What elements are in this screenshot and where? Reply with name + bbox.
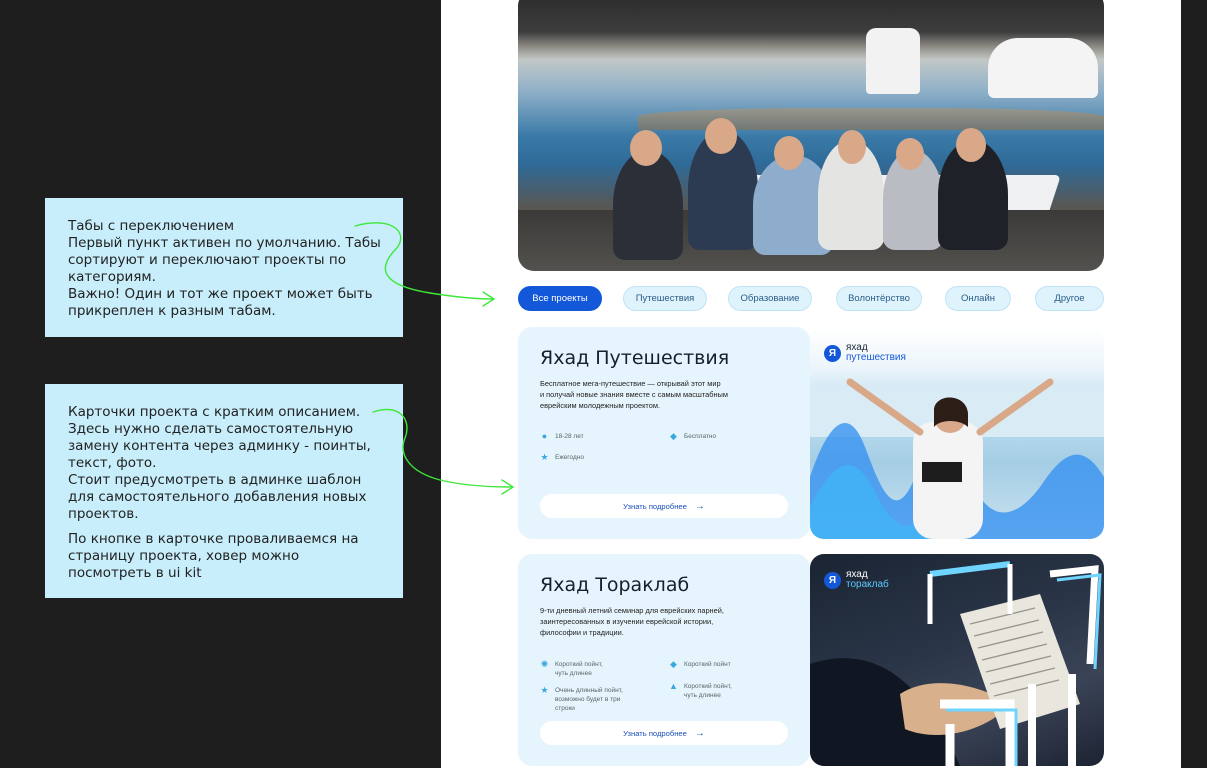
tab-education[interactable]: Образование [728,286,812,311]
sun-icon: ✺ [540,659,549,669]
arrow-right-icon: → [694,727,705,739]
card-feature: ▲ Короткий пойнт, чуть длинее [669,681,732,700]
project-image-toraclub: Я яхад тораклаб [810,554,1104,766]
card-title: Яхад Тораклаб [540,574,690,596]
card-feature: ◆ Короткий пойнт [670,659,731,669]
arrow-right-icon: → [694,500,705,512]
card-description: Бесплатное мега-путешествие — открывай э… [540,379,728,410]
learn-more-button[interactable]: Узнать подробнее → [540,721,788,745]
person-icon: ● [541,431,548,441]
brand-logo: Я яхад путешествия [824,343,906,363]
tab-other[interactable]: Другое [1035,286,1104,311]
card-feature: ★ Очень длинный пойнт, возможно будет в … [540,685,623,713]
tab-online[interactable]: Онлайн [945,286,1011,311]
note-tabs-text: Табы с переключением Первый пункт активе… [68,218,381,319]
tab-travel[interactable]: Путешествия [623,286,707,311]
brand-logo: Я яхад тораклаб [824,570,889,590]
project-card-travel: Яхад Путешествия Бесплатное мега-путешес… [518,327,810,539]
canvas-background [1181,0,1207,768]
card-feature: ● 18-28 лет [541,431,584,441]
brand-mark-icon: Я [824,571,841,589]
card-feature: ◆ Бесплатно [670,431,717,441]
card-title: Яхад Путешествия [540,347,730,369]
page-mockup: Все проекты Путешествия Образование Воло… [441,0,1181,768]
brand-mark-icon: Я [824,344,841,362]
card-feature: ✺ Короткий пойнт, чуть длинее [540,659,603,678]
hero-photo [518,0,1104,271]
card-feature: ★ Ежегодно [540,452,584,462]
star-icon: ★ [540,452,549,462]
project-card-toraclub: Яхад Тораклаб 9-ти дневный летний семина… [518,554,810,766]
learn-more-button[interactable]: Узнать подробнее → [540,494,788,518]
project-image-travel: Я яхад путешествия [810,327,1104,539]
note-cards-text-2: По кнопке в карточке проваливаемся на ст… [68,531,359,581]
note-cards-text: Карточки проекта с кратким описанием. Зд… [68,404,371,522]
tab-volunteering[interactable]: Волонтёрство [836,286,922,311]
graduation-cap-icon: ▲ [669,681,678,691]
drop-icon: ◆ [670,431,677,441]
annotation-note-cards: Карточки проекта с кратким описанием. Зд… [45,384,403,598]
drop-icon: ◆ [670,659,677,669]
category-tabs: Все проекты Путешествия Образование Воло… [518,286,1104,312]
annotation-note-tabs: Табы с переключением Первый пункт активе… [45,198,403,337]
tab-all-projects[interactable]: Все проекты [518,286,602,311]
star-icon: ★ [540,685,549,695]
card-description: 9-ти дневный летний семинар для еврейски… [540,606,724,637]
